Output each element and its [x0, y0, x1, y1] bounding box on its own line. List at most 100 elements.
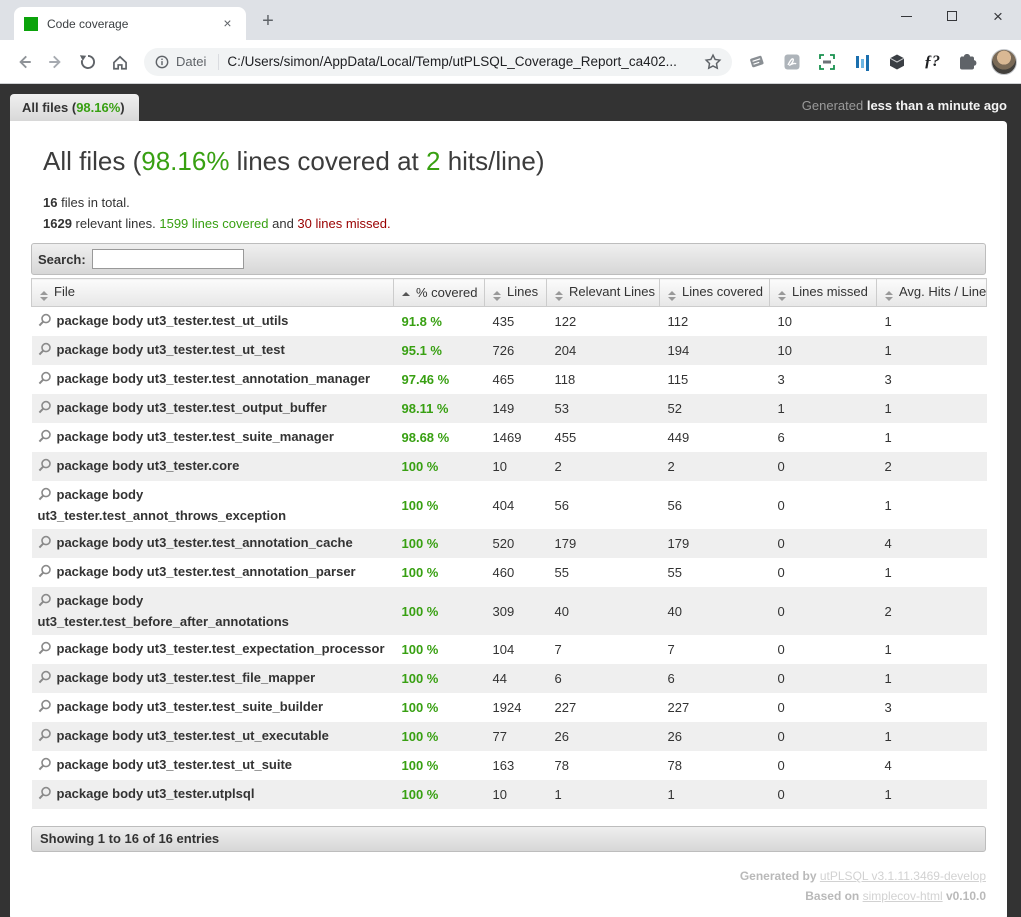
magnifier-icon: [38, 342, 52, 361]
lines-covered-cell: 26: [660, 722, 770, 751]
file-cell[interactable]: package body ut3_tester.test_expectation…: [32, 635, 394, 664]
sort-both-icon: [885, 291, 893, 301]
lines-missed-cell: 0: [770, 481, 877, 529]
avg-hits-cell: 1: [877, 664, 987, 693]
window-close-button[interactable]: ×: [975, 0, 1021, 32]
simplecov-link[interactable]: simplecov-html: [863, 889, 943, 903]
file-cell[interactable]: package body ut3_tester.core: [32, 452, 394, 481]
lines-missed-cell: 10: [770, 336, 877, 365]
relevant-lines-cell: 26: [547, 722, 660, 751]
lines-missed-cell: 0: [770, 722, 877, 751]
file-cell[interactable]: package body ut3_tester.test_ut_executab…: [32, 722, 394, 751]
sort-both-icon: [493, 291, 501, 301]
lines-covered-cell: 194: [660, 336, 770, 365]
table-row: package body ut3_tester.test_expectation…: [32, 635, 987, 664]
search-input[interactable]: [92, 249, 244, 269]
column-header-relevant-lines[interactable]: Relevant Lines: [547, 279, 660, 307]
lines-cell: 1469: [485, 423, 547, 452]
file-cell[interactable]: package body ut3_tester.test_suite_manag…: [32, 423, 394, 452]
bookmark-star-icon[interactable]: [704, 53, 722, 71]
profile-avatar[interactable]: [991, 49, 1017, 75]
column-header-file[interactable]: File: [32, 279, 394, 307]
sort-both-icon: [40, 291, 48, 301]
file-cell[interactable]: package body ut3_tester.utplsql: [32, 780, 394, 809]
file-cell[interactable]: package body ut3_tester.test_annotation_…: [32, 529, 394, 558]
cube-extension-icon[interactable]: [886, 51, 908, 73]
lines-missed-cell: 0: [770, 587, 877, 635]
table-row: package body ut3_tester.test_annotation_…: [32, 529, 987, 558]
lines-cell: 404: [485, 481, 547, 529]
file-cell[interactable]: package body ut3_tester.test_annotation_…: [32, 365, 394, 394]
reload-button[interactable]: [74, 48, 102, 76]
covered-percent-cell: 100 %: [394, 558, 485, 587]
lines-missed-cell: 3: [770, 365, 877, 394]
lines-covered-cell: 52: [660, 394, 770, 423]
tab-title: Code coverage: [47, 17, 219, 31]
function-extension-icon[interactable]: ƒ?: [921, 51, 943, 73]
column-header-covered[interactable]: % covered: [394, 279, 485, 307]
table-header-row: File % covered Lines Relevant Lines Line…: [32, 279, 987, 307]
lines-missed-cell: 0: [770, 635, 877, 664]
generated-timestamp: Generated less than a minute ago: [802, 98, 1007, 121]
column-header-lines-missed[interactable]: Lines missed: [770, 279, 877, 307]
pdf-extension-icon[interactable]: [781, 51, 803, 73]
file-cell[interactable]: package body ut3_tester.test_ut_utils: [32, 307, 394, 337]
magnifier-icon: [38, 429, 52, 448]
file-cell[interactable]: package body ut3_tester.test_file_mapper: [32, 664, 394, 693]
address-bar[interactable]: Datei C:/Users/simon/AppData/Local/Temp/…: [144, 48, 732, 76]
lines-cell: 149: [485, 394, 547, 423]
file-table: File % covered Lines Relevant Lines Line…: [31, 278, 987, 809]
file-cell[interactable]: package body ut3_tester.test_annot_throw…: [32, 481, 394, 529]
files-total-line: 16 files in total.: [43, 192, 986, 213]
stats-bars-extension-icon[interactable]: [851, 51, 873, 73]
file-cell[interactable]: package body ut3_tester.test_suite_build…: [32, 693, 394, 722]
column-header-lines[interactable]: Lines: [485, 279, 547, 307]
lines-covered-cell: 115: [660, 365, 770, 394]
reload-icon: [79, 53, 97, 71]
covered-percent-cell: 91.8 %: [394, 307, 485, 337]
file-cell[interactable]: package body ut3_tester.test_ut_suite: [32, 751, 394, 780]
file-cell[interactable]: package body ut3_tester.test_before_afte…: [32, 587, 394, 635]
magnifier-icon: [38, 400, 52, 419]
search-bar: Search:: [31, 243, 986, 275]
window-maximize-button[interactable]: [929, 0, 975, 32]
report-footer: Generated by utPLSQL v3.1.11.3469-develo…: [31, 866, 986, 906]
new-tab-button[interactable]: +: [254, 8, 282, 36]
file-cell[interactable]: package body ut3_tester.test_annotation_…: [32, 558, 394, 587]
table-row: package body ut3_tester.core 100 % 10 2 …: [32, 452, 987, 481]
column-header-avg-hits[interactable]: Avg. Hits / Line: [877, 279, 987, 307]
extensions-puzzle-icon[interactable]: [956, 51, 978, 73]
table-row: package body ut3_tester.utplsql 100 % 10…: [32, 780, 987, 809]
table-row: package body ut3_tester.test_before_afte…: [32, 587, 987, 635]
window-minimize-button[interactable]: [883, 0, 929, 32]
url-text[interactable]: C:/Users/simon/AppData/Local/Temp/utPLSQ…: [227, 54, 704, 69]
relevant-lines-cell: 1: [547, 780, 660, 809]
lines-cell: 460: [485, 558, 547, 587]
magnifier-icon: [38, 757, 52, 776]
browser-tab[interactable]: Code coverage ×: [14, 7, 246, 40]
home-button[interactable]: [106, 48, 134, 76]
covered-percent-cell: 100 %: [394, 664, 485, 693]
covered-percent-cell: 100 %: [394, 751, 485, 780]
generator-link[interactable]: utPLSQL v3.1.11.3469-develop: [820, 869, 986, 883]
generated-by-line: Generated by utPLSQL v3.1.11.3469-develo…: [31, 866, 986, 886]
tab-close-icon[interactable]: ×: [219, 15, 236, 32]
back-button[interactable]: [10, 48, 38, 76]
page-title: All files (98.16% lines covered at 2 hit…: [43, 146, 986, 177]
lines-cell: 520: [485, 529, 547, 558]
info-icon[interactable]: [154, 54, 170, 70]
showing-entries-bar: Showing 1 to 16 of 16 entries: [31, 826, 986, 852]
table-row: package body ut3_tester.test_annotation_…: [32, 558, 987, 587]
avg-hits-cell: 1: [877, 722, 987, 751]
forward-button[interactable]: [42, 48, 70, 76]
avg-hits-cell: 1: [877, 307, 987, 337]
reading-list-extension-icon[interactable]: [746, 51, 768, 73]
all-files-tab[interactable]: All files (98.16%): [10, 94, 139, 121]
based-on-line: Based on simplecov-html v0.10.0: [31, 886, 986, 906]
file-cell[interactable]: package body ut3_tester.test_ut_test: [32, 336, 394, 365]
file-cell[interactable]: package body ut3_tester.test_output_buff…: [32, 394, 394, 423]
relevant-lines-cell: 55: [547, 558, 660, 587]
screenshot-extension-icon[interactable]: [816, 51, 838, 73]
column-header-lines-covered[interactable]: Lines covered: [660, 279, 770, 307]
avg-hits-cell: 1: [877, 780, 987, 809]
